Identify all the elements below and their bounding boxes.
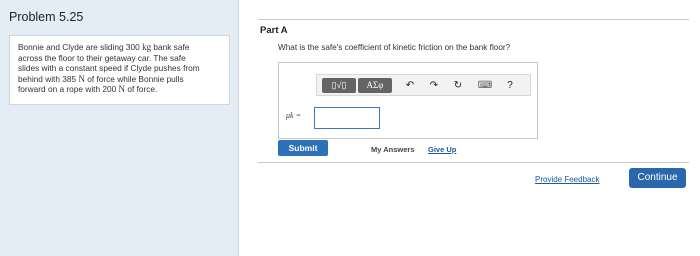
- reset-icon[interactable]: ↻: [451, 78, 465, 93]
- provide-feedback-link[interactable]: Provide Feedback: [535, 175, 599, 184]
- submit-button[interactable]: Submit: [278, 140, 328, 156]
- question-text: What is the safe's coefficient of kineti…: [278, 43, 511, 52]
- continue-button[interactable]: Continue: [629, 168, 686, 188]
- give-up-link[interactable]: Give Up: [428, 145, 456, 154]
- equation-toolbar: ▯√▯ ΑΣφ ↶ ↷ ↻ ⌨ ?: [316, 74, 531, 96]
- variable-label: μk =: [286, 111, 301, 120]
- problem-line: across the floor to their getaway car. T…: [18, 52, 186, 63]
- divider-top: [258, 19, 689, 20]
- problem-line: Bonnie and Clyde are sliding 300 kg bank…: [18, 42, 190, 52]
- problem-line: slides with a constant speed if Clyde pu…: [18, 63, 200, 73]
- answer-input[interactable]: [314, 107, 380, 129]
- redo-icon[interactable]: ↷: [427, 78, 441, 93]
- keyboard-icon[interactable]: ⌨: [477, 78, 493, 93]
- templates-button[interactable]: ▯√▯: [322, 78, 356, 93]
- part-title: Part A: [260, 25, 288, 36]
- divider-bottom: [258, 162, 689, 163]
- problem-statement: Bonnie and Clyde are sliding 300 kg bank…: [9, 35, 230, 105]
- undo-icon[interactable]: ↶: [403, 78, 417, 93]
- problem-line: forward on a rope with 200 N of force.: [18, 84, 158, 94]
- problem-sidebar: Problem 5.25 Bonnie and Clyde are slidin…: [0, 0, 239, 256]
- problem-line: behind with 385 N of force while Bonnie …: [18, 73, 184, 84]
- help-icon[interactable]: ?: [504, 78, 516, 93]
- symbols-button[interactable]: ΑΣφ: [358, 78, 392, 93]
- my-answers-link[interactable]: My Answers: [371, 145, 415, 154]
- problem-title: Problem 5.25: [9, 10, 84, 24]
